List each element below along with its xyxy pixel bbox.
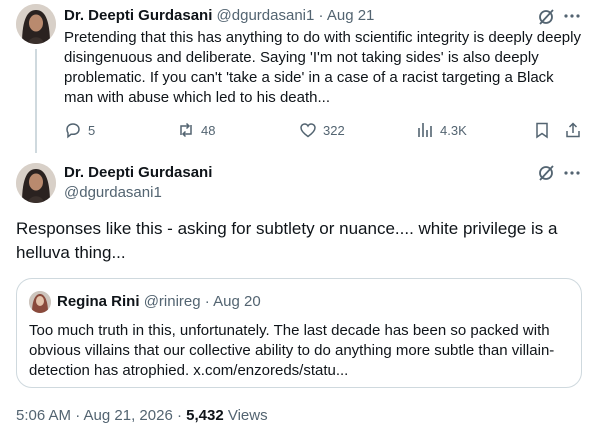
bookmark-button[interactable] (533, 118, 551, 142)
author-name[interactable]: Dr. Deepti Gurdasani (64, 7, 212, 24)
views-button[interactable]: 4.3K (416, 118, 467, 142)
avatar[interactable] (16, 163, 56, 203)
tweet-text: Responses like this - asking for subtlet… (16, 219, 558, 262)
quote-author-handle: @rinireg (143, 293, 201, 310)
tweet-meta: 5:06 AM · Aug 21, 2026 · 5,432 Views (16, 406, 268, 426)
share-button[interactable] (564, 118, 582, 142)
repost-count: 48 (201, 122, 216, 138)
like-count: 322 (323, 122, 345, 138)
heart-icon (300, 123, 316, 138)
author-handle[interactable]: @dgurdasani1 (64, 183, 162, 203)
views-count: 5,432 (186, 407, 224, 424)
tweet-date[interactable]: Aug 21 (327, 7, 375, 24)
separator: · (204, 293, 210, 310)
views-count: 4.3K (440, 122, 467, 138)
more-horizontal-icon[interactable] (562, 6, 582, 26)
thread-line (35, 49, 37, 153)
share-icon (566, 122, 580, 138)
tweet-header: Dr. Deepti Gurdasani @dgurdasani1 · Aug … (64, 6, 374, 26)
repost-icon (180, 122, 192, 138)
tweet-text: Pretending that this has anything to do … (64, 29, 581, 106)
reply-count: 5 (88, 122, 96, 138)
grok-icon[interactable] (537, 8, 555, 26)
like-button[interactable]: 322 (299, 118, 345, 142)
quote-header: Regina Rini @rinireg · Aug 20 (57, 292, 261, 312)
separator: · (318, 7, 324, 24)
avatar[interactable] (16, 4, 56, 44)
timestamp[interactable]: 5:06 AM · Aug 21, 2026 · (16, 407, 186, 424)
quote-date: Aug 20 (213, 293, 261, 310)
author-handle[interactable]: @dgurdasani1 (217, 7, 315, 24)
tweet-actions: 5 48 322 4.3K (64, 118, 584, 142)
reply-button[interactable]: 5 (64, 118, 95, 142)
bookmark-icon (536, 122, 548, 139)
analytics-icon (418, 123, 432, 137)
reply-icon (66, 123, 80, 139)
more-horizontal-icon[interactable] (562, 163, 582, 183)
quote-avatar (29, 291, 51, 313)
author-name[interactable]: Dr. Deepti Gurdasani (64, 163, 212, 183)
repost-button[interactable]: 48 (177, 118, 215, 142)
quote-text: Too much truth in this, unfortunately. T… (29, 322, 555, 379)
quoted-tweet[interactable]: Regina Rini @rinireg · Aug 20 Too much t… (16, 278, 582, 388)
grok-icon[interactable] (537, 164, 555, 182)
views-label: Views (223, 407, 268, 424)
quote-author-name: Regina Rini (57, 293, 140, 310)
